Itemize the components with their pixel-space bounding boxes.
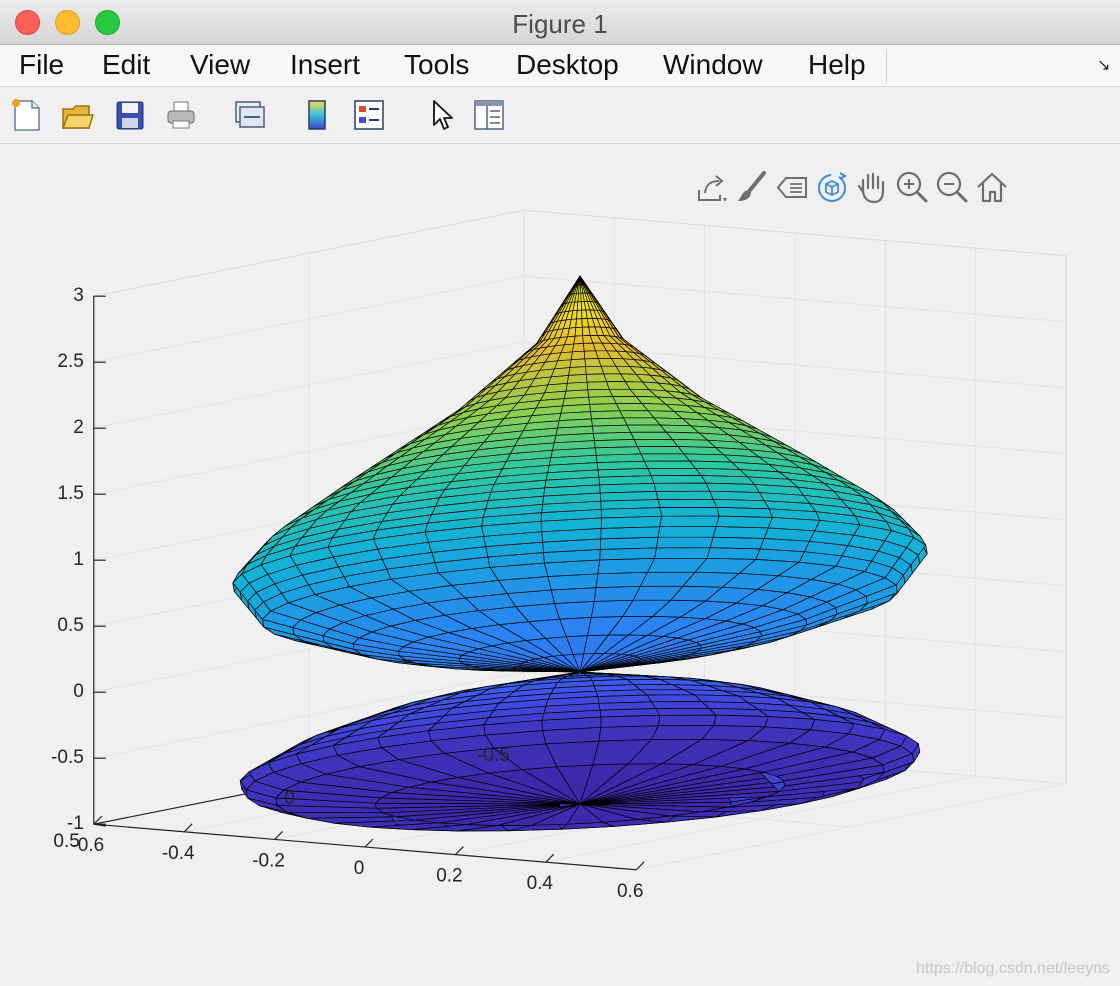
surface-patch xyxy=(651,701,710,709)
surface-patch xyxy=(600,526,661,540)
surface-patch xyxy=(600,714,661,728)
surface-patch xyxy=(713,714,769,728)
surface-patch xyxy=(640,453,691,462)
surface-patch xyxy=(570,350,586,361)
surface-patch xyxy=(572,343,585,353)
surface-mesh xyxy=(232,275,928,832)
x-tick-label: -0.4 xyxy=(162,843,195,864)
surface-patch xyxy=(656,536,714,549)
surface-patch xyxy=(706,547,761,560)
y-tick-label: 0 xyxy=(284,788,295,809)
surface-plot[interactable]: -1-0.500.511.522.53-0.6 -0.4 -0.2 0 0.2 0.4 0.… xyxy=(0,0,1120,986)
surface-patch xyxy=(588,396,617,405)
surface-patch xyxy=(712,526,769,539)
x-tick-label: 0.2 xyxy=(436,866,462,887)
surface-patch xyxy=(587,388,614,398)
surface-patch xyxy=(659,515,720,528)
surface-patch xyxy=(646,694,703,703)
surface-patch xyxy=(589,403,621,412)
surface-patch xyxy=(716,507,773,518)
watermark: https://blog.csdn.net/leeyns xyxy=(916,960,1110,977)
surface-patch xyxy=(573,335,584,345)
z-tick-label: -0.5 xyxy=(51,747,84,768)
surface-patch xyxy=(600,515,662,529)
surface-patch xyxy=(575,318,583,328)
z-tick-label: 0.5 xyxy=(57,615,83,636)
y-tick-label: -0.5 xyxy=(477,745,510,766)
x-tick-label: 0 xyxy=(354,858,365,879)
surface-patch xyxy=(653,482,711,492)
surface-patch xyxy=(599,536,659,550)
surface-patch xyxy=(715,515,773,529)
surface-patch xyxy=(576,309,583,320)
surface-patch xyxy=(658,714,717,726)
surface-patch xyxy=(657,526,717,538)
surface-patch xyxy=(585,373,607,383)
surface-patch xyxy=(633,438,679,448)
surface-patch xyxy=(568,366,587,376)
surface-patch xyxy=(585,365,605,375)
surface-patch xyxy=(647,467,702,477)
surface-patch xyxy=(574,326,584,337)
surface-patch xyxy=(569,358,586,368)
surface-patch xyxy=(595,571,648,588)
surface-patch xyxy=(637,446,685,455)
surface-patch xyxy=(600,507,662,519)
surface-patch xyxy=(599,547,657,561)
x-tick-label: 0.4 xyxy=(527,873,554,894)
surface-patch xyxy=(657,498,718,508)
surface-patch xyxy=(630,431,673,440)
surface-patch xyxy=(655,707,717,716)
surface-patch xyxy=(598,725,659,742)
z-tick-label: 2 xyxy=(73,417,84,438)
surface-patch xyxy=(709,536,765,550)
surface-patch xyxy=(644,460,696,469)
y-tick-label: 0.5 xyxy=(53,831,79,852)
x-tick-label: -0.2 xyxy=(252,850,285,871)
surface-patch xyxy=(590,410,624,420)
surface-patch xyxy=(650,475,707,484)
surface-patch xyxy=(591,417,628,427)
z-tick-label: 3 xyxy=(73,285,84,306)
surface-patch xyxy=(626,424,667,433)
x-tick-label: 0.6 xyxy=(617,881,643,902)
surface-patch xyxy=(554,601,595,620)
surface-patch xyxy=(654,547,711,559)
surface-patch xyxy=(655,490,714,500)
z-tick-label: 2.5 xyxy=(57,351,83,372)
z-tick-label: 0 xyxy=(73,681,84,702)
surface-patch xyxy=(597,557,656,575)
surface-patch xyxy=(659,507,720,517)
surface-patch xyxy=(586,381,610,391)
surface-patch xyxy=(550,367,571,378)
surface-patch xyxy=(566,374,588,384)
z-tick-label: 1.5 xyxy=(57,483,83,504)
z-tick-label: 1 xyxy=(73,549,84,570)
